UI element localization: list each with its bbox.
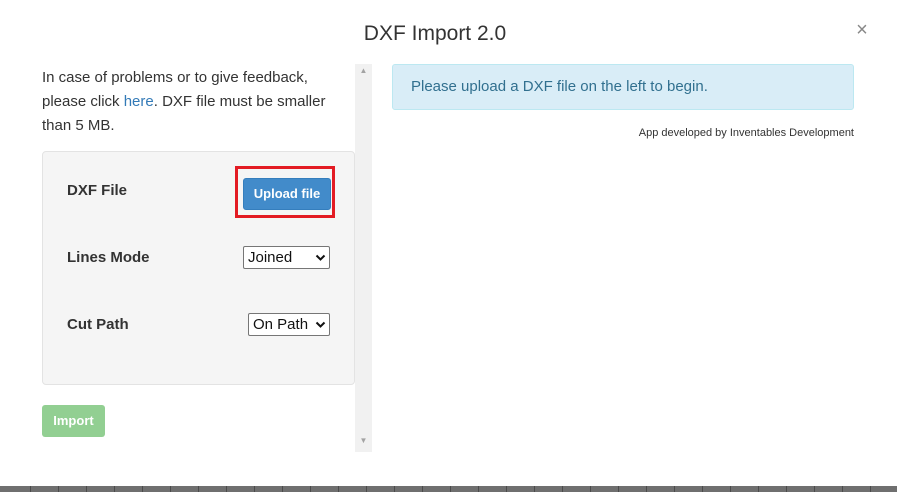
feedback-link[interactable]: here — [124, 93, 154, 110]
grid-tick — [198, 486, 199, 492]
grid-tick — [114, 486, 115, 492]
import-form-panel: DXF File Upload file Lines Mode Joined C… — [42, 151, 355, 385]
dxf-file-label: DXF File — [67, 182, 128, 199]
lines-mode-label: Lines Mode — [67, 249, 150, 266]
grid-tick — [254, 486, 255, 492]
background-canvas-strip — [0, 486, 897, 492]
grid-tick — [30, 486, 31, 492]
intro-text: In case of problems or to give feedback,… — [42, 66, 342, 138]
upload-file-button[interactable]: Upload file — [243, 178, 331, 210]
grid-tick — [506, 486, 507, 492]
grid-tick — [534, 486, 535, 492]
cut-path-label: Cut Path — [67, 316, 129, 333]
grid-tick — [86, 486, 87, 492]
info-alert: Please upload a DXF file on the left to … — [392, 64, 854, 110]
grid-tick — [842, 486, 843, 492]
grid-tick — [814, 486, 815, 492]
grid-tick — [590, 486, 591, 492]
grid-tick — [450, 486, 451, 492]
grid-tick — [758, 486, 759, 492]
grid-tick — [870, 486, 871, 492]
import-button[interactable]: Import — [42, 405, 105, 437]
lines-mode-select[interactable]: Joined — [243, 246, 330, 269]
scroll-up-arrow-icon[interactable]: ▲ — [355, 66, 372, 78]
grid-tick — [58, 486, 59, 492]
grid-tick — [646, 486, 647, 492]
grid-tick — [282, 486, 283, 492]
cut-path-select[interactable]: On Path — [248, 313, 330, 336]
grid-tick — [394, 486, 395, 492]
grid-tick — [702, 486, 703, 492]
grid-tick — [618, 486, 619, 492]
grid-tick — [366, 486, 367, 492]
left-panel: In case of problems or to give feedback,… — [0, 64, 372, 452]
grid-tick — [226, 486, 227, 492]
left-panel-scrollbar[interactable]: ▲ ▼ — [355, 64, 372, 452]
grid-tick — [478, 486, 479, 492]
grid-tick — [310, 486, 311, 492]
grid-tick — [786, 486, 787, 492]
lines-mode-value: Joined — [248, 249, 293, 266]
close-icon[interactable]: × — [852, 18, 872, 42]
dxf-import-dialog: DXF Import 2.0 × In case of problems or … — [0, 0, 897, 486]
grid-tick — [730, 486, 731, 492]
developer-credit: App developed by Inventables Development — [638, 127, 854, 139]
scroll-down-arrow-icon[interactable]: ▼ — [355, 436, 372, 448]
chevron-down-icon — [315, 247, 326, 276]
grid-tick — [674, 486, 675, 492]
grid-tick — [142, 486, 143, 492]
grid-tick — [170, 486, 171, 492]
grid-tick — [422, 486, 423, 492]
grid-tick — [338, 486, 339, 492]
cut-path-value: On Path — [253, 316, 309, 333]
dialog-title: DXF Import 2.0 — [363, 22, 507, 45]
chevron-down-icon — [315, 314, 326, 343]
grid-tick — [562, 486, 563, 492]
